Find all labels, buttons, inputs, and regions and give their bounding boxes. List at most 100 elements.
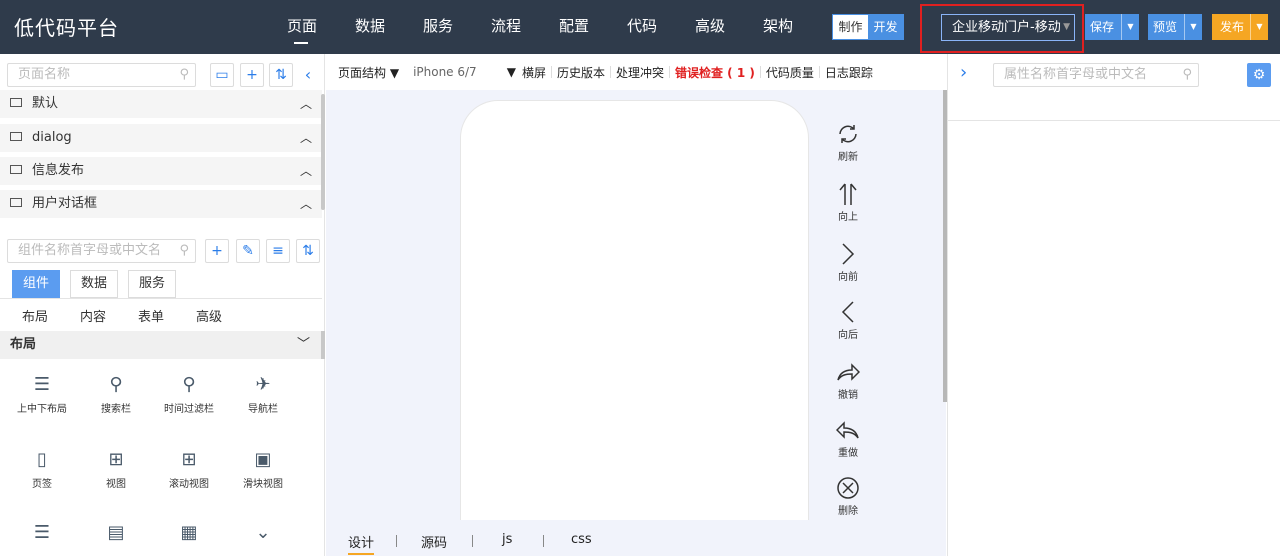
preview-dropdown-icon[interactable]: ▼ (1184, 14, 1202, 40)
divider (0, 298, 322, 299)
code-quality-button[interactable]: 代码质量 (766, 64, 814, 81)
divider (948, 120, 1280, 121)
subtab-content[interactable]: 内容 (80, 306, 106, 325)
nav-process[interactable]: 流程 (472, 0, 540, 54)
history-button[interactable]: 历史版本 (557, 64, 605, 81)
component-time-filter[interactable]: ⚲ 时间过滤栏 (152, 372, 226, 415)
component-document[interactable]: ▤ (79, 520, 153, 548)
nav-architecture[interactable]: 架构 (744, 0, 812, 54)
component-navbar[interactable]: ✈ 导航栏 (226, 372, 300, 415)
tree-folder-dialog[interactable]: dialog ︿ (0, 124, 322, 152)
sort-icon[interactable]: ⇅ (269, 63, 293, 87)
tab-source[interactable]: 源码 (421, 532, 447, 551)
undo-tool[interactable]: 撤销 (828, 360, 868, 401)
preview-button[interactable]: 预览 ▼ (1148, 14, 1202, 40)
slider-icon: ▣ (254, 449, 272, 470)
landscape-button[interactable]: 横屏 (522, 64, 546, 81)
tool-label: 重做 (838, 448, 858, 459)
grid-icon: ⊞ (181, 449, 197, 470)
component-grid[interactable]: ▦ (152, 520, 226, 548)
section-layout-header[interactable]: 布局 ﹀ (0, 331, 322, 359)
subtab-advanced[interactable]: 高级 (196, 306, 222, 325)
gear-icon[interactable]: ⚙ (1247, 63, 1271, 87)
component-slider-view[interactable]: ▣ 滑块视图 (226, 447, 300, 490)
top-bar: 低代码平台 页面 数据 服务 流程 配置 代码 高级 架构 制作 开发 企业移动… (0, 0, 1280, 54)
tree-label: 信息发布 (32, 163, 85, 178)
add-icon[interactable]: + (205, 239, 229, 263)
mode-make-button[interactable]: 制作 (833, 15, 868, 39)
chevron-down-icon[interactable]: ﹀ (297, 331, 310, 359)
save-button[interactable]: 保存 ▼ (1085, 14, 1139, 40)
tab-css[interactable]: css (571, 532, 592, 547)
bookmark-icon: ▯ (37, 449, 47, 470)
component-scroll-view[interactable]: ⊞ 滚动视图 (152, 447, 226, 490)
subtab-layout[interactable]: 布局 (22, 306, 48, 325)
tree-scrollbar[interactable] (321, 94, 325, 210)
component-list[interactable]: ☰ (5, 520, 79, 548)
refresh-tool[interactable]: 刷新 (828, 122, 868, 163)
list-sort-icon[interactable]: ≡ (266, 239, 290, 263)
magnifier-icon: ⚲ (109, 374, 123, 395)
error-check-button[interactable]: 错误检查 ( 1 ) (675, 64, 755, 81)
chevron-up-icon[interactable]: ︿ (300, 190, 312, 218)
add-folder-icon[interactable]: ▭ (210, 63, 234, 87)
component-search-input[interactable]: 组件名称首字母或中文名 ⚲ (7, 239, 196, 263)
nav-config[interactable]: 配置 (540, 0, 608, 54)
tree-folder-default[interactable]: 默认 ︿ (0, 90, 322, 118)
expand-right-icon[interactable]: › (960, 62, 967, 83)
nav-data[interactable]: 数据 (336, 0, 404, 54)
component-collapse[interactable]: ⌄ (226, 520, 300, 548)
component-view[interactable]: ⊞ 视图 (79, 447, 153, 490)
page-structure-label: 页面结构 (338, 65, 387, 80)
page-search-input[interactable]: 页面名称 ⚲ (7, 63, 196, 87)
delete-tool[interactable]: 删除 (828, 476, 868, 517)
component-label: 搜索栏 (101, 404, 131, 415)
redo-tool[interactable]: 重做 (828, 418, 868, 459)
section-title: 布局 (10, 337, 37, 352)
nav-advanced[interactable]: 高级 (676, 0, 744, 54)
tab-service[interactable]: 服务 (128, 270, 177, 298)
page-structure-dropdown[interactable]: 页面结构 ▼ (338, 64, 399, 81)
subtab-form[interactable]: 表单 (138, 306, 164, 325)
tab-components[interactable]: 组件 (12, 270, 61, 298)
component-layout-3row[interactable]: ☰ 上中下布局 (5, 372, 79, 415)
collapse-left-icon[interactable]: ‹ (298, 63, 318, 87)
save-dropdown-icon[interactable]: ▼ (1121, 14, 1139, 40)
nav-service[interactable]: 服务 (404, 0, 472, 54)
tree-folder-user-dialog[interactable]: 用户对话框 ︿ (0, 190, 322, 218)
move-up-tool[interactable]: 向上 (828, 182, 868, 223)
nav-page[interactable]: 页面 (268, 0, 336, 54)
publish-button[interactable]: 发布 ▼ (1212, 14, 1268, 40)
chevron-up-icon[interactable]: ︿ (300, 90, 312, 118)
app-title: 低代码平台 (14, 16, 119, 40)
canvas-toolbar: 页面结构 ▼ iPhone 6/7 ▼ 横屏 历史版本 处理冲突 错误检查 ( 1… (326, 54, 946, 90)
sort-icon[interactable]: ⇅ (296, 239, 320, 263)
conflict-button[interactable]: 处理冲突 (616, 64, 664, 81)
mode-dev-button[interactable]: 开发 (868, 15, 903, 39)
chevron-up-icon[interactable]: ︿ (300, 157, 312, 185)
tab-design[interactable]: 设计 (348, 532, 375, 555)
move-back-tool[interactable]: 向后 (828, 300, 868, 341)
tab-js[interactable]: js (502, 532, 512, 547)
move-forward-tool[interactable]: 向前 (828, 242, 868, 283)
component-scrollbar[interactable] (321, 331, 325, 359)
property-search-input[interactable]: 属性名称首字母或中文名 ⚲ (993, 63, 1199, 87)
tool-label: 删除 (838, 506, 858, 517)
add-icon[interactable]: + (240, 63, 264, 87)
nav-code[interactable]: 代码 (608, 0, 676, 54)
tree-folder-info-publish[interactable]: 信息发布 ︿ (0, 157, 322, 185)
project-select[interactable]: 企业移动门户-移动 ▼ (941, 14, 1075, 41)
publish-dropdown-icon[interactable]: ▼ (1250, 14, 1268, 40)
device-select[interactable]: iPhone 6/7 ▼ (413, 65, 516, 79)
log-trace-button[interactable]: 日志跟踪 (825, 64, 873, 81)
wrench-icon[interactable]: ✎ (236, 239, 260, 263)
component-label: 滑块视图 (243, 479, 283, 490)
divider (396, 535, 397, 547)
tab-data[interactable]: 数据 (70, 270, 119, 298)
component-tabs-view[interactable]: ▯ 页签 (5, 447, 79, 490)
stack-icon: ☰ (33, 374, 51, 395)
chevron-up-icon[interactable]: ︿ (300, 124, 312, 152)
phone-preview[interactable] (460, 100, 809, 530)
component-search-bar[interactable]: ⚲ 搜索栏 (79, 372, 153, 415)
save-label: 保存 (1090, 20, 1115, 34)
